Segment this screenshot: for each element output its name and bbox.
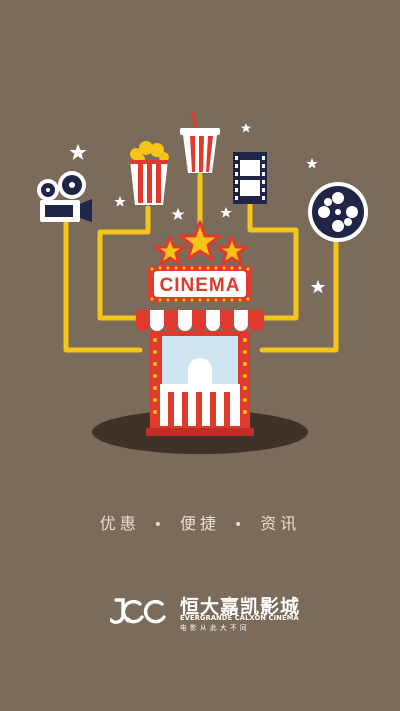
tagline-news: 资讯 (260, 514, 301, 533)
tagline-discount: 优惠 (99, 514, 140, 533)
tagline-separator: • (234, 517, 247, 533)
ticket-booth-icon (136, 310, 264, 436)
popcorn-icon (130, 141, 169, 205)
film-projector-icon (37, 171, 92, 222)
cinema-sign-text: CINEMA (160, 275, 241, 296)
brand-name-en: EVERGRANDE CALXON CINEMA (180, 614, 299, 622)
tagline-separator: • (153, 517, 166, 533)
brand-slogan-cn: 电影从此大不同 (180, 624, 250, 632)
cinema-sign: CINEMA (148, 266, 252, 302)
brand-logo-block: 恒大嘉凯影城 EVERGRANDE CALXON CINEMA 电影从此大不同 (110, 590, 310, 632)
brand-logo-icon (110, 598, 166, 624)
cinema-illustration: CINEMA (37, 111, 368, 454)
film-strip-icon (233, 152, 267, 204)
tagline: 优惠 • 便捷 • 资讯 (0, 510, 400, 534)
film-reel-icon (308, 182, 368, 242)
tagline-convenience: 便捷 (179, 514, 220, 533)
sign-stars (153, 220, 249, 266)
drink-cup-icon (180, 111, 220, 173)
